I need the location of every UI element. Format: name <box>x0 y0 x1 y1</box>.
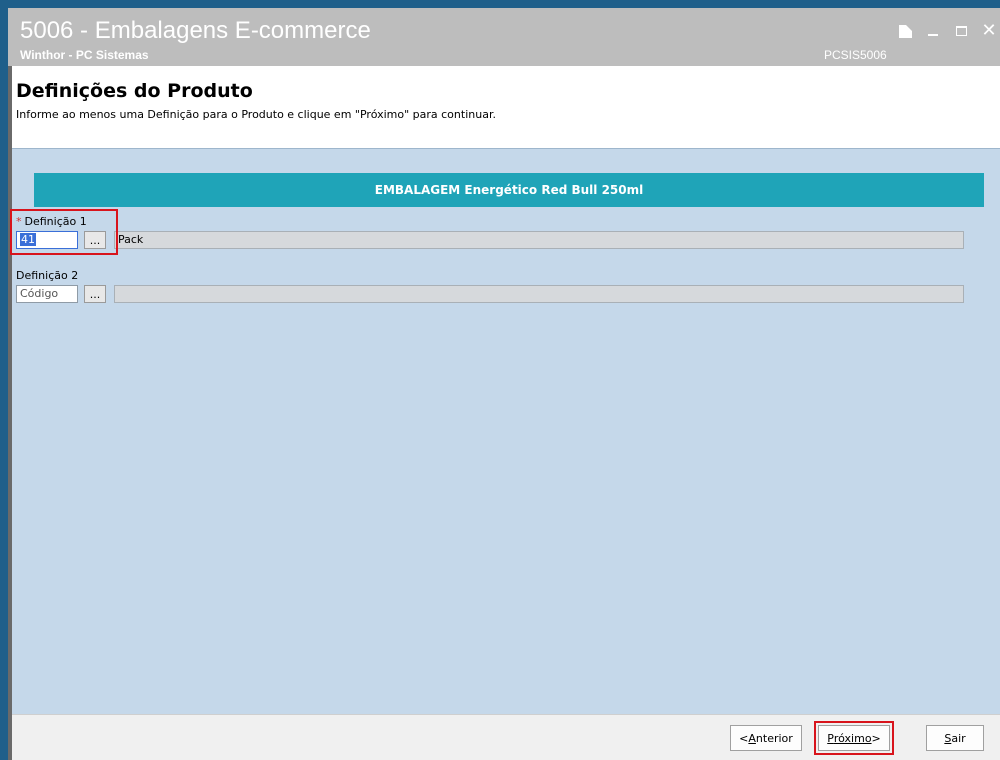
product-title: EMBALAGEM Energético Red Bull 250ml <box>374 183 644 197</box>
page-title: Definições do Produto <box>16 80 253 102</box>
maximize-icon[interactable] <box>952 22 970 40</box>
definition-1-label: * Definição 1 <box>16 215 87 228</box>
definition-2-description <box>114 285 964 303</box>
next-mnemonic: P <box>827 731 834 745</box>
exit-label: air <box>951 731 966 745</box>
definition-1-label-text: Definição 1 <box>24 215 87 228</box>
title-bar[interactable]: 5006 - Embalagens E-commerce Winthor - P… <box>8 8 1000 66</box>
definitions-panel: EMBALAGEM Energético Red Bull 250ml * Def… <box>10 148 1000 715</box>
page-hint: Informe ao menos uma Definição para o Pr… <box>16 108 496 121</box>
window-controls: ✕ <box>896 20 998 42</box>
previous-label: nterior <box>755 731 793 745</box>
required-marker: * <box>16 215 22 228</box>
exit-mnemonic: S <box>944 731 952 745</box>
close-icon[interactable]: ✕ <box>980 22 998 40</box>
product-title-bar: EMBALAGEM Energético Red Bull 250ml <box>34 173 984 207</box>
previous-button[interactable]: < Anterior <box>730 725 802 751</box>
definition-1-code-input[interactable]: 41 <box>16 231 78 249</box>
definition-1-code-value: 41 <box>20 233 36 246</box>
definition-2-label: Definição 2 <box>16 269 79 282</box>
application-window: 5006 - Embalagens E-commerce Winthor - P… <box>8 8 1000 760</box>
window-subtitle: Winthor - PC Sistemas <box>20 48 149 62</box>
next-label: róximo <box>833 731 872 745</box>
definition-1-description: Pack <box>114 231 964 249</box>
next-button[interactable]: Próximo > <box>818 725 890 751</box>
wizard-footer: < Anterior Próximo > Sair <box>12 714 1000 760</box>
previous-prefix: < <box>739 731 749 745</box>
restore-icon[interactable] <box>896 22 914 40</box>
definition-2-code-input[interactable]: Código <box>16 285 78 303</box>
wizard-header: Definições do Produto Informe ao menos u… <box>12 66 1000 144</box>
previous-mnemonic: A <box>748 731 756 745</box>
next-suffix: > <box>871 731 881 745</box>
definition-2-lookup-button[interactable]: ... <box>84 285 106 303</box>
window-title: 5006 - Embalagens E-commerce <box>20 17 371 44</box>
routine-code: PCSIS5006 <box>824 48 887 62</box>
exit-button[interactable]: Sair <box>926 725 984 751</box>
minimize-icon[interactable] <box>924 22 942 40</box>
definition-1-lookup-button[interactable]: ... <box>84 231 106 249</box>
wizard-content: Definições do Produto Informe ao menos u… <box>8 66 1000 760</box>
